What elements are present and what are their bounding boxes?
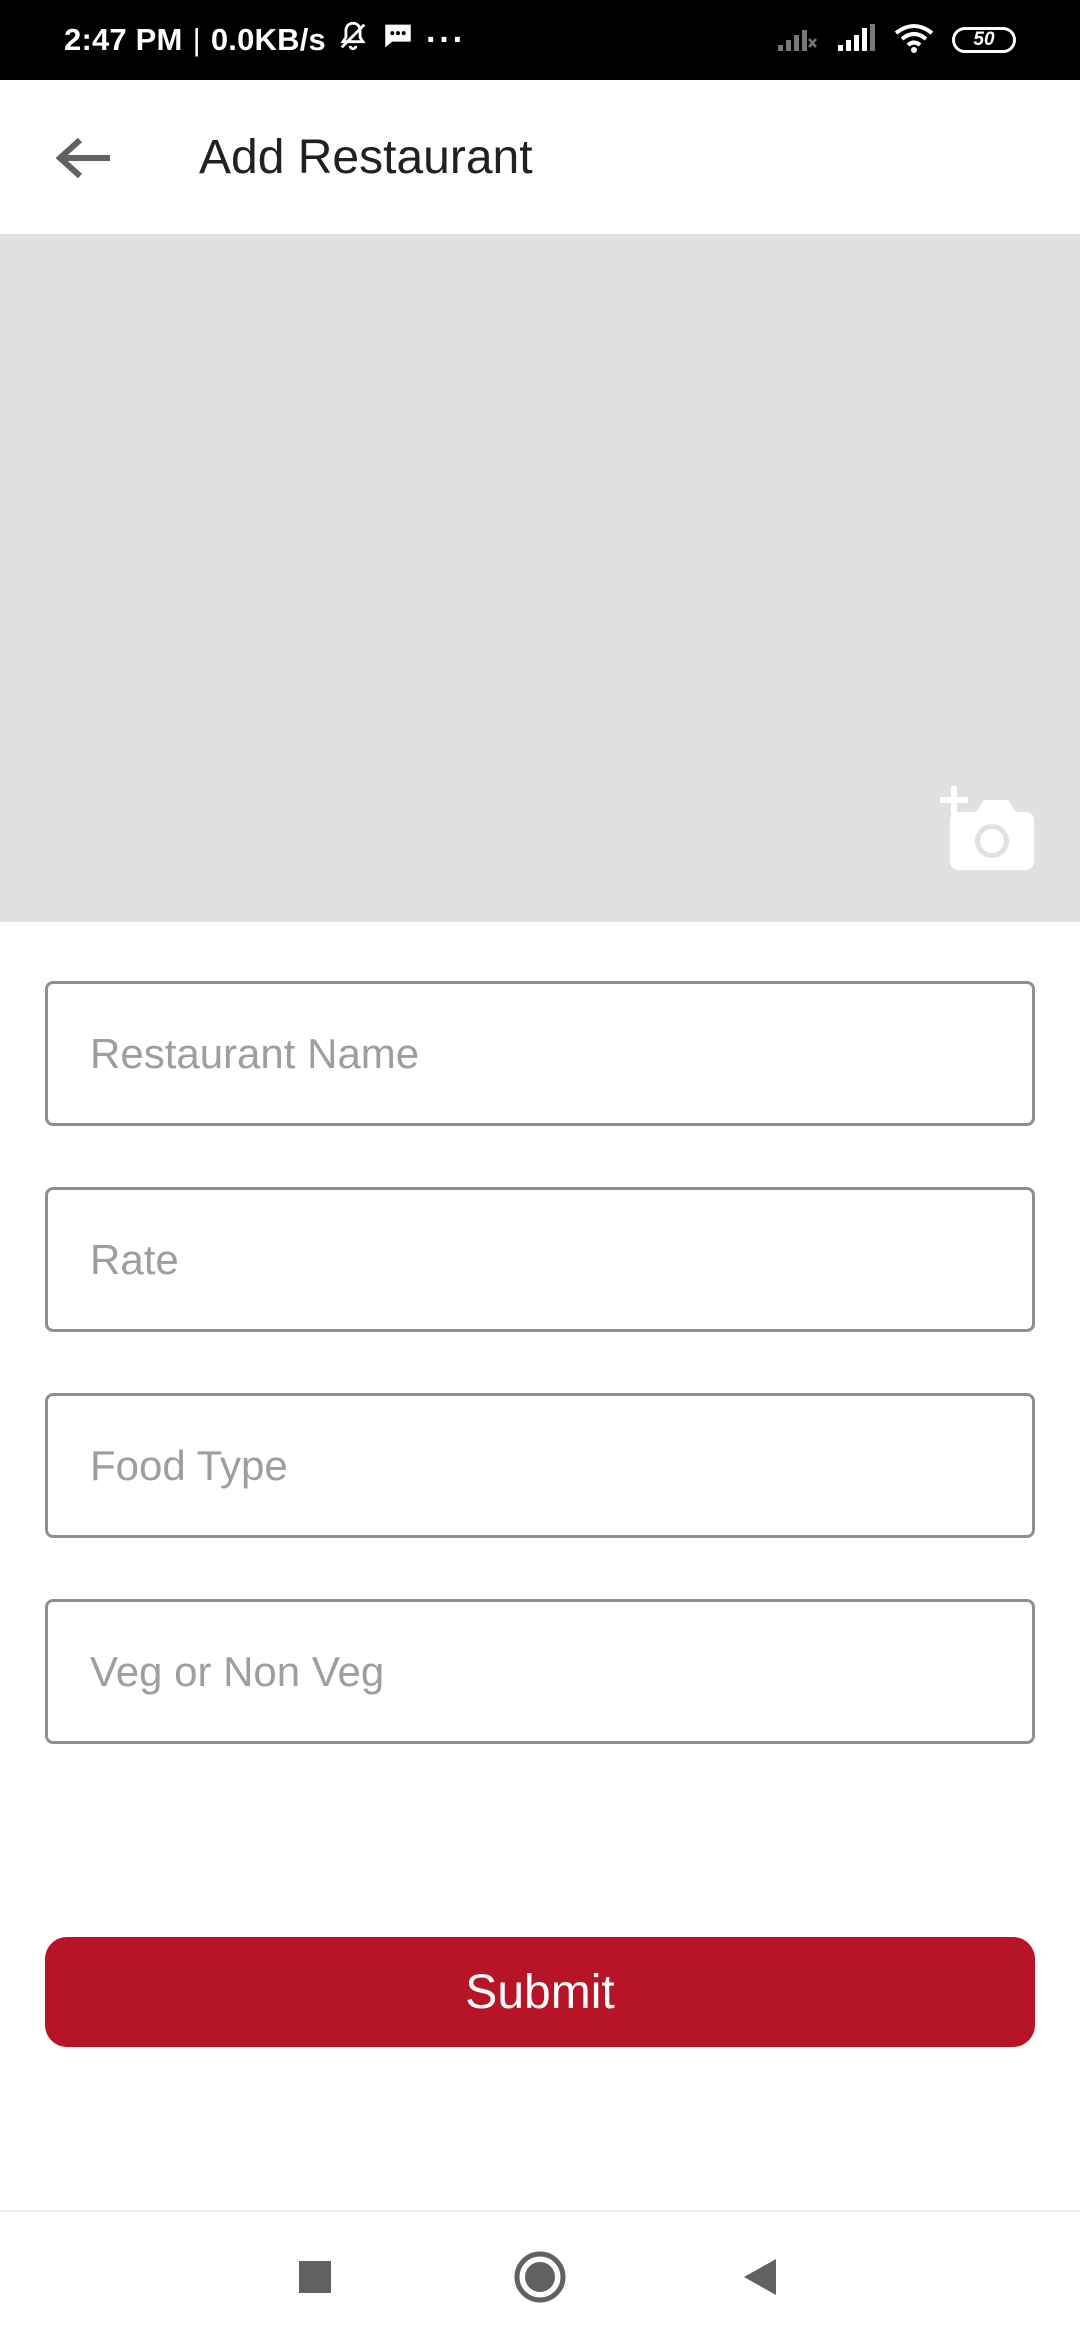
home-circle-icon (513, 2250, 567, 2309)
recents-square-icon (298, 2260, 332, 2299)
more-indicator: ··· (425, 20, 466, 59)
food-type-input[interactable] (48, 1396, 1032, 1535)
recents-button[interactable] (270, 2234, 360, 2324)
system-nav-bar (0, 2210, 1080, 2340)
status-bar: 2:47 PM | 0.0KB/s ··· 50 (0, 0, 1080, 80)
page-title: Add Restaurant (199, 130, 533, 184)
signal-weak-icon (776, 23, 818, 58)
status-separator: | (192, 22, 201, 57)
signal-icon (836, 23, 876, 58)
battery-icon: 50 (952, 27, 1016, 53)
arrow-back-icon (54, 136, 114, 185)
system-back-button[interactable] (715, 2234, 805, 2324)
restaurant-name-input[interactable] (48, 984, 1032, 1123)
message-icon (380, 19, 416, 61)
app-bar: Add Restaurant (0, 80, 1080, 234)
mute-bell-icon (336, 19, 370, 61)
home-button[interactable] (495, 2234, 585, 2324)
status-time: 2:47 PM (64, 22, 183, 57)
back-triangle-icon (742, 2257, 778, 2302)
restaurant-photo-area[interactable] (0, 234, 1080, 922)
restaurant-name-field[interactable] (45, 981, 1035, 1126)
battery-level: 50 (973, 29, 995, 50)
status-speed: 0.0KB/s (210, 22, 326, 57)
veg-input[interactable] (48, 1602, 1032, 1741)
rate-input[interactable] (48, 1190, 1032, 1329)
wifi-icon (894, 23, 934, 58)
back-button[interactable] (40, 120, 128, 200)
veg-field[interactable] (45, 1599, 1035, 1744)
status-right: 50 (776, 0, 1016, 80)
rate-field[interactable] (45, 1187, 1035, 1332)
submit-button[interactable]: Submit (45, 1937, 1035, 2047)
add-photo-button[interactable] (938, 784, 1038, 874)
add-photo-icon (938, 786, 1038, 878)
status-left: 2:47 PM | 0.0KB/s ··· (64, 0, 466, 80)
food-type-field[interactable] (45, 1393, 1035, 1538)
